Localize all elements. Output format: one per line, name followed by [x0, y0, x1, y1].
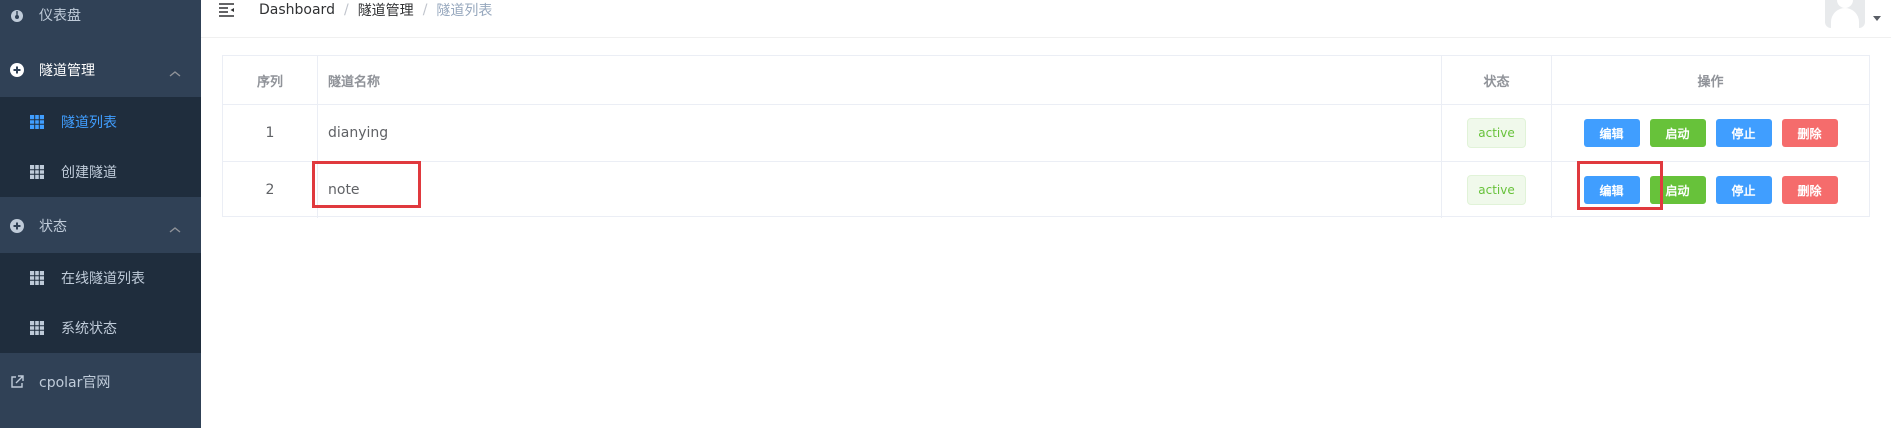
chevron-up-icon [169, 66, 181, 77]
row-index: 1 [223, 105, 318, 161]
submenu-status: 在线隧道列表 系统状态 [0, 253, 201, 353]
row-ops-cell: 编辑 启动 停止 删除 [1552, 105, 1869, 161]
sidebar-item-tunnel-list[interactable]: 隧道列表 [0, 97, 201, 147]
avatar[interactable] [1825, 0, 1865, 28]
breadcrumb-separator: / [422, 2, 428, 18]
grid-icon [30, 271, 44, 285]
plus-circle-icon [10, 219, 24, 233]
delete-button[interactable]: 删除 [1781, 176, 1838, 204]
grid-icon [30, 115, 44, 129]
breadcrumb-separator: / [343, 2, 349, 18]
delete-button[interactable]: 删除 [1781, 119, 1838, 147]
sidebar: 仪表盘 隧道管理 隧道列表 创建隧道 状态 在线隧道列表 系统状态 cpolar… [0, 0, 201, 428]
sidebar-item-label: 仪表盘 [39, 8, 81, 24]
status-badge: active [1467, 175, 1526, 205]
sidebar-item-label: 隧道管理 [39, 63, 95, 79]
breadcrumb-item-tunnel-list: 隧道列表 [436, 3, 493, 19]
stop-button[interactable]: 停止 [1715, 119, 1772, 147]
avatar-body-shape [1831, 8, 1859, 28]
header-index: 序列 [223, 56, 318, 104]
row-name: dianying [318, 105, 1442, 161]
grid-icon [30, 165, 44, 179]
highlight-box-name [312, 161, 421, 208]
sidebar-item-label: cpolar官网 [39, 375, 111, 391]
header-ops: 操作 [1697, 74, 1724, 90]
chevron-up-icon [169, 222, 181, 233]
sidebar-item-label: 在线隧道列表 [61, 271, 145, 287]
sidebar-item-system-status[interactable]: 系统状态 [0, 303, 201, 353]
sidebar-item-label: 隧道列表 [61, 115, 117, 131]
table-row: 1 dianying active 编辑 启动 停止 删除 [223, 105, 1869, 162]
sidebar-item-dashboard[interactable]: 仪表盘 [0, 0, 201, 40]
row-status-cell: active [1442, 105, 1552, 161]
submenu-tunnel-management: 隧道列表 创建隧道 [0, 97, 201, 197]
edit-button[interactable]: 编辑 [1583, 119, 1640, 147]
sidebar-item-label: 状态 [39, 219, 67, 235]
sidebar-item-label: 创建隧道 [61, 165, 117, 181]
table-header-row: 序列 隧道名称 状态 操作 [223, 56, 1869, 105]
row-index: 2 [223, 162, 318, 218]
start-button[interactable]: 启动 [1649, 119, 1706, 147]
hamburger-icon[interactable] [218, 2, 236, 18]
sidebar-item-online-tunnels[interactable]: 在线隧道列表 [0, 253, 201, 303]
breadcrumb-item-tunnel-management[interactable]: 隧道管理 [358, 0, 414, 20]
status-badge: active [1467, 118, 1526, 148]
plus-circle-icon [10, 63, 24, 77]
stop-button[interactable]: 停止 [1715, 176, 1772, 204]
sidebar-item-tunnel-management[interactable]: 隧道管理 [0, 45, 201, 95]
sidebar-item-create-tunnel[interactable]: 创建隧道 [0, 147, 201, 197]
sidebar-item-label: 系统状态 [61, 321, 117, 337]
dashboard-icon [10, 8, 24, 22]
row-status-cell: active [1442, 162, 1552, 218]
breadcrumb: Dashboard / 隧道管理 / 隧道列表 [259, 1, 492, 19]
caret-down-icon[interactable] [1873, 16, 1881, 21]
grid-icon [30, 321, 44, 335]
sidebar-item-cpolar-site[interactable]: cpolar官网 [0, 357, 201, 407]
header-status: 状态 [1442, 56, 1552, 104]
row-name: note [318, 162, 1442, 218]
sidebar-item-status[interactable]: 状态 [0, 201, 201, 251]
navbar: Dashboard / 隧道管理 / 隧道列表 [201, 0, 1891, 38]
avatar-head-shape [1837, 0, 1853, 8]
header-name: 隧道名称 [318, 56, 1442, 104]
highlight-box-edit [1577, 161, 1663, 210]
external-link-icon [10, 375, 24, 389]
breadcrumb-item-dashboard[interactable]: Dashboard [259, 2, 335, 18]
